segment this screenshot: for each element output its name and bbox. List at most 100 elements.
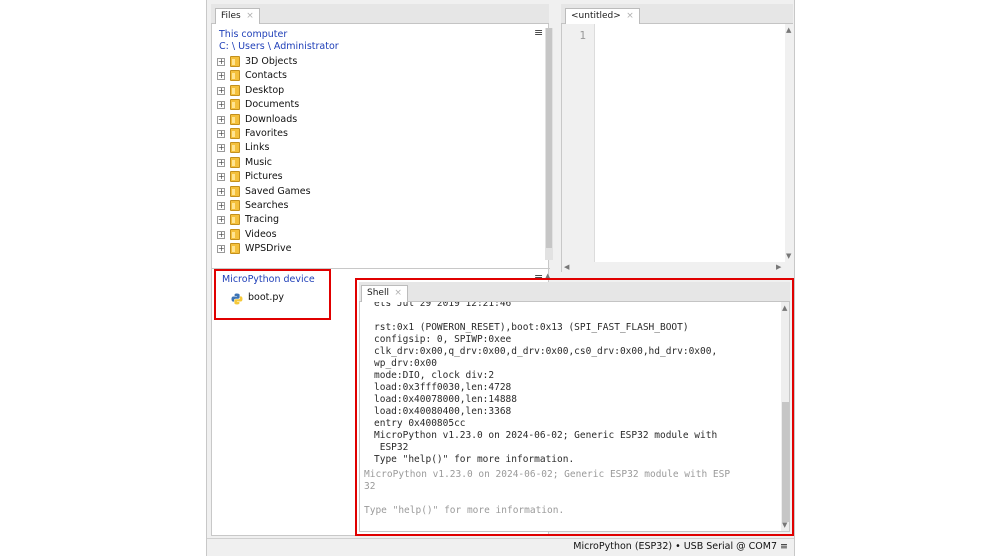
- folder-icon: [230, 56, 240, 67]
- folder-icon: [230, 228, 240, 240]
- close-icon[interactable]: ×: [394, 288, 402, 298]
- expand-icon[interactable]: +: [217, 72, 225, 81]
- folder-icon: [230, 243, 240, 255]
- shell-output-line: configsip: 0, SPIWP:0xee: [374, 334, 512, 345]
- shell-output-line: entry 0x400805cc: [374, 418, 466, 429]
- close-icon[interactable]: ×: [626, 11, 634, 21]
- expand-icon[interactable]: +: [217, 144, 225, 153]
- folder-label: Links: [245, 142, 270, 154]
- shell-output-line: [374, 310, 774, 322]
- tab-untitled[interactable]: <untitled> ×: [565, 8, 640, 25]
- local-menu-icon[interactable]: ≡: [534, 26, 543, 39]
- expand-icon[interactable]: +: [217, 101, 225, 110]
- folder-icon: [230, 199, 240, 211]
- folder-label: Desktop: [245, 84, 285, 96]
- folder-label: Videos: [245, 228, 277, 240]
- folder-icon: [230, 185, 240, 197]
- shell-banner-line: 32: [364, 481, 376, 492]
- shell-output: ets Jul 29 2019 12:21:46 rst:0x1 (POWERON…: [364, 302, 774, 531]
- folder-label: Tracing: [245, 214, 280, 226]
- folder-label: Music: [245, 156, 273, 168]
- shell-output-line: Type "help()" for more information.: [374, 454, 575, 465]
- scroll-up-icon[interactable]: ▲: [782, 304, 787, 312]
- tab-shell-label: Shell: [367, 288, 389, 298]
- expand-icon[interactable]: +: [217, 158, 225, 167]
- shell-blank-line: [364, 493, 774, 505]
- scroll-up-icon[interactable]: ▲: [786, 26, 791, 34]
- scroll-left-icon[interactable]: ◀: [564, 263, 569, 271]
- editor-vertical-scrollbar[interactable]: ▲ ▼: [785, 24, 794, 262]
- folder-icon: [230, 156, 240, 168]
- close-icon[interactable]: ×: [246, 11, 254, 21]
- tab-shell[interactable]: Shell ×: [361, 285, 408, 302]
- shell-output-line: MicroPython v1.23.0 on 2024-06-02; Gener…: [374, 430, 718, 441]
- files-scrollbar-thumb[interactable]: [546, 28, 552, 248]
- shell-output-line: rst:0x1 (POWERON_RESET),boot:0x13 (SPI_F…: [374, 322, 689, 333]
- device-highlight-box: MicroPython device boot.py: [214, 269, 331, 320]
- expand-icon[interactable]: +: [217, 230, 225, 239]
- expand-icon[interactable]: +: [217, 245, 225, 254]
- shell-output-line: mode:DIO, clock div:2: [374, 370, 495, 381]
- status-bar: MicroPython (ESP32) • USB Serial @ COM7 …: [207, 538, 794, 556]
- folder-label: Saved Games: [245, 185, 311, 197]
- local-section-title[interactable]: This computer: [219, 29, 287, 40]
- files-tabbar: Files ×: [211, 4, 549, 25]
- shell-output-line: ESP32: [374, 442, 409, 453]
- tab-untitled-label: <untitled>: [571, 11, 621, 21]
- folder-icon: [230, 113, 240, 125]
- folder-label: Contacts: [245, 70, 287, 82]
- shell-pane[interactable]: ets Jul 29 2019 12:21:46 rst:0x1 (POWERON…: [359, 302, 790, 532]
- editor-tabbar: <untitled> ×: [561, 4, 793, 25]
- expand-icon[interactable]: +: [217, 201, 225, 210]
- expand-icon[interactable]: +: [217, 216, 225, 225]
- scroll-right-icon[interactable]: ▶: [776, 263, 781, 271]
- local-path-breadcrumb[interactable]: C: \ Users \ Administrator: [219, 41, 339, 52]
- editor-horizontal-scrollbar[interactable]: ◀ ▶: [562, 262, 794, 272]
- shell-output-line: load:0x40078000,len:14888: [374, 394, 517, 405]
- interpreter-status[interactable]: MicroPython (ESP32) • USB Serial @ COM7 …: [573, 541, 788, 552]
- folder-icon: [230, 84, 240, 96]
- expand-icon[interactable]: +: [217, 187, 225, 196]
- expand-icon[interactable]: +: [217, 129, 225, 138]
- python-file-icon: [231, 293, 243, 305]
- folder-label: Favorites: [245, 127, 288, 139]
- folder-label: Pictures: [245, 171, 283, 183]
- tab-files-label: Files: [221, 11, 241, 21]
- folder-label: 3D Objects: [245, 56, 298, 67]
- expand-icon[interactable]: +: [217, 58, 225, 66]
- shell-scrollbar-thumb[interactable]: [782, 402, 789, 522]
- shell-output-line: wp_drv:0x00: [374, 358, 437, 369]
- line-number: 1: [579, 29, 586, 42]
- files-scrollbar[interactable]: [545, 28, 553, 260]
- folder-icon: [230, 171, 240, 183]
- shell-prompt-line[interactable]: >>>: [364, 520, 774, 531]
- folder-label: Searches: [245, 199, 289, 211]
- local-files-section: This computer C: \ Users \ Administrator…: [212, 24, 553, 264]
- folder-icon: [230, 142, 240, 154]
- shell-highlight-box: Shell × ets Jul 29 2019 12:21:46 rst:0x1 …: [355, 278, 794, 536]
- line-number-gutter: 1: [562, 24, 595, 262]
- scroll-down-icon[interactable]: ▼: [782, 521, 787, 529]
- shell-output-line: clk_drv:0x00,q_drv:0x00,d_drv:0x00,cs0_d…: [374, 346, 718, 357]
- tab-files[interactable]: Files ×: [215, 8, 260, 25]
- folder-label: Documents: [245, 99, 300, 111]
- folder-icon: [230, 127, 240, 139]
- file-boot-py[interactable]: boot.py: [248, 292, 284, 303]
- folder-icon: [230, 214, 240, 226]
- thonny-window: Files × This computer C: \ Users \ Admin…: [206, 0, 795, 556]
- expand-icon[interactable]: +: [217, 173, 225, 182]
- shell-tabbar: Shell ×: [359, 282, 790, 302]
- shell-vertical-scrollbar[interactable]: ▲ ▼: [781, 302, 789, 531]
- editor-pane[interactable]: 1 ▲ ▼ ◀ ▶: [561, 24, 794, 272]
- folder-icon: [230, 99, 240, 111]
- shell-help-line: Type "help()" for more information.: [364, 505, 565, 516]
- device-section-title[interactable]: MicroPython device: [222, 274, 315, 285]
- boot-log: ets Jul 29 2019 12:21:46 rst:0x1 (POWERON…: [364, 302, 774, 466]
- scroll-down-icon[interactable]: ▼: [786, 252, 791, 260]
- shell-output-line: load:0x40080400,len:3368: [374, 406, 512, 417]
- shell-output-line: load:0x3fff0030,len:4728: [374, 382, 512, 393]
- expand-icon[interactable]: +: [217, 86, 225, 95]
- expand-icon[interactable]: +: [217, 115, 225, 124]
- shell-output-line: ets Jul 29 2019 12:21:46: [374, 302, 512, 309]
- folder-icon: [230, 70, 240, 82]
